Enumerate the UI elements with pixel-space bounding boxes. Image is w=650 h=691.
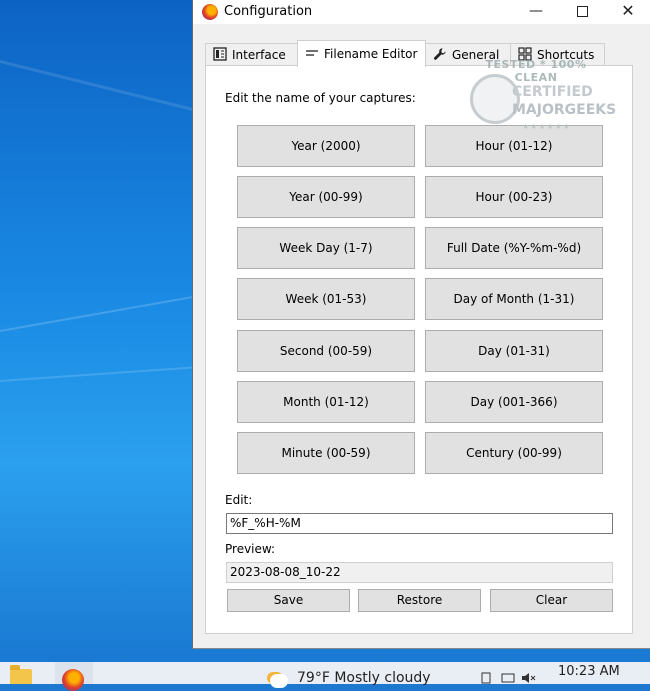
tab-label: Filename Editor (324, 47, 418, 61)
watermark-stars: ★★★★★★ (522, 122, 572, 131)
edit-field[interactable]: %F_%H-%M (226, 513, 613, 534)
light-beam (0, 366, 200, 382)
year-2000-button[interactable]: Year (2000) (237, 125, 415, 167)
wrench-icon (433, 48, 446, 60)
preview-label: Preview: (225, 542, 276, 556)
majorgeeks-watermark: TESTED * 100% CLEAN CERTIFIED MAJORGEEKS… (468, 58, 616, 138)
century-button[interactable]: Century (00-99) (425, 432, 603, 474)
taskbar-app-button[interactable] (55, 662, 93, 691)
lines-icon (306, 50, 318, 56)
minute-button[interactable]: Minute (00-59) (237, 432, 415, 474)
edit-label: Edit: (225, 493, 253, 507)
clock[interactable]: 10:23 AM (558, 664, 620, 679)
weather-icon[interactable] (270, 674, 288, 688)
close-button[interactable]: ✕ (605, 0, 650, 24)
light-beam (0, 295, 198, 332)
interface-icon (213, 47, 227, 61)
minimize-button[interactable]: — (513, 0, 559, 24)
full-date-button[interactable]: Full Date (%Y-%m-%d) (425, 227, 603, 269)
preview-field: 2023-08-08_10-22 (226, 562, 613, 583)
watermark-brand: MAJORGEEKS (512, 102, 617, 118)
taskbar: 79°F Mostly cloudy 10:23 AM (0, 662, 650, 691)
week-day-button[interactable]: Week Day (1-7) (237, 227, 415, 269)
day-of-month-button[interactable]: Day of Month (1-31) (425, 278, 603, 320)
save-button[interactable]: Save (227, 589, 350, 612)
watermark-certified: CERTIFIED (512, 84, 593, 100)
filename-editor-panel: Edit the name of your captures: Year (20… (205, 65, 633, 634)
window-title: Configuration (224, 4, 313, 19)
restore-button[interactable]: Restore (358, 589, 481, 612)
system-tray-icons[interactable] (480, 672, 536, 688)
file-explorer-icon[interactable] (10, 665, 32, 684)
tab-interface[interactable]: Interface (205, 43, 298, 65)
clear-button[interactable]: Clear (490, 589, 613, 612)
tab-label: Interface (232, 48, 286, 62)
intro-text: Edit the name of your captures: (225, 91, 416, 105)
second-button[interactable]: Second (00-59) (237, 330, 415, 372)
maximize-icon (576, 5, 588, 17)
week-button[interactable]: Week (01-53) (237, 278, 415, 320)
tab-filename-editor[interactable]: Filename Editor (297, 40, 426, 67)
maximize-button[interactable] (559, 0, 605, 24)
month-button[interactable]: Month (01-12) (237, 381, 415, 423)
app-icon (202, 4, 218, 20)
title-bar[interactable]: Configuration — ✕ (193, 0, 650, 24)
tray-icons (481, 672, 536, 684)
year-00-99-button[interactable]: Year (00-99) (237, 176, 415, 218)
app-icon (62, 669, 84, 691)
light-beam (0, 60, 214, 117)
day-01-31-button[interactable]: Day (01-31) (425, 330, 603, 372)
hour-00-23-button[interactable]: Hour (00-23) (425, 176, 603, 218)
day-001-366-button[interactable]: Day (001-366) (425, 381, 603, 423)
